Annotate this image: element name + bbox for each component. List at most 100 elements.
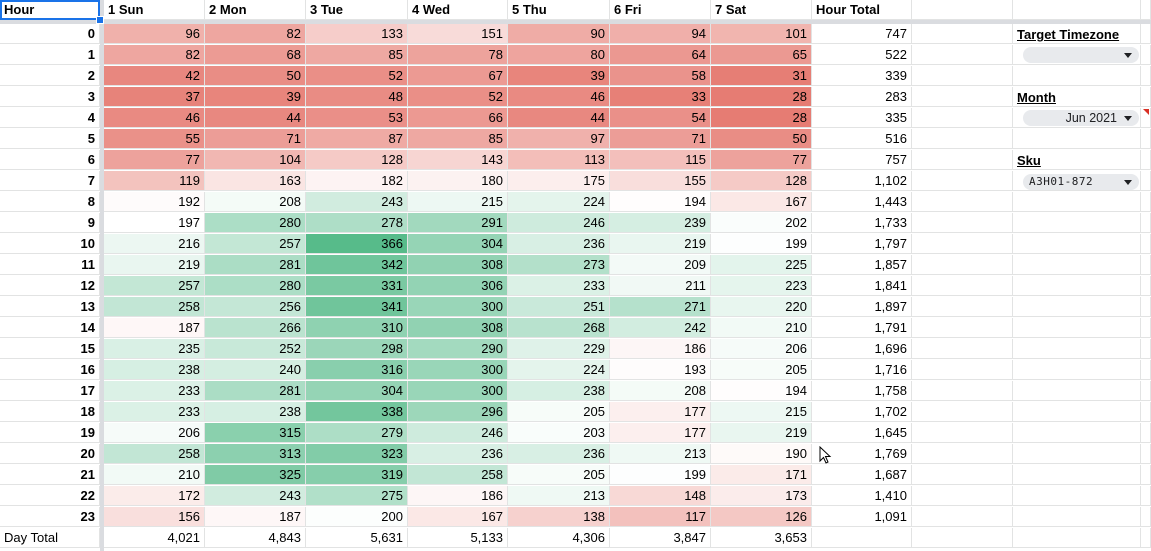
heatmap-cell[interactable]: 236: [508, 234, 610, 254]
heatmap-cell[interactable]: 275: [306, 486, 408, 506]
heatmap-cell[interactable]: 366: [306, 234, 408, 254]
heatmap-cell[interactable]: 220: [711, 297, 812, 317]
hour-label-cell[interactable]: 6: [0, 150, 100, 170]
heatmap-cell[interactable]: 155: [610, 171, 711, 191]
empty-cell[interactable]: [1013, 213, 1141, 233]
empty-cell[interactable]: [912, 171, 1013, 191]
heatmap-cell[interactable]: 202: [711, 213, 812, 233]
sku-dropdown[interactable]: A3H01-872: [1023, 174, 1139, 190]
heatmap-cell[interactable]: 256: [205, 297, 306, 317]
header-day[interactable]: 1 Sun: [104, 0, 205, 20]
day-total-cell[interactable]: 4,843: [205, 528, 306, 548]
empty-cell[interactable]: [1013, 465, 1141, 485]
heatmap-cell[interactable]: 206: [711, 339, 812, 359]
heatmap-cell[interactable]: 210: [711, 318, 812, 338]
heatmap-cell[interactable]: 224: [508, 360, 610, 380]
empty-cell[interactable]: [1141, 87, 1151, 107]
empty-cell[interactable]: [912, 507, 1013, 527]
heatmap-cell[interactable]: 177: [610, 423, 711, 443]
hour-label-cell[interactable]: 7: [0, 171, 100, 191]
heatmap-cell[interactable]: 115: [610, 150, 711, 170]
heatmap-cell[interactable]: 308: [408, 318, 508, 338]
heatmap-cell[interactable]: 44: [205, 108, 306, 128]
heatmap-cell[interactable]: 50: [711, 129, 812, 149]
heatmap-cell[interactable]: 85: [306, 45, 408, 65]
heatmap-cell[interactable]: 213: [610, 444, 711, 464]
heatmap-cell[interactable]: 54: [610, 108, 711, 128]
hour-label-cell[interactable]: 5: [0, 129, 100, 149]
heatmap-cell[interactable]: 64: [610, 45, 711, 65]
hour-total-cell[interactable]: 1,897: [812, 297, 912, 317]
heatmap-cell[interactable]: 82: [205, 24, 306, 44]
hour-total-cell[interactable]: 1,702: [812, 402, 912, 422]
heatmap-cell[interactable]: 67: [408, 66, 508, 86]
empty-cell[interactable]: [1141, 444, 1151, 464]
hour-total-cell[interactable]: 522: [812, 45, 912, 65]
heatmap-cell[interactable]: 104: [205, 150, 306, 170]
heatmap-cell[interactable]: 213: [508, 486, 610, 506]
empty-cell[interactable]: [1141, 486, 1151, 506]
heatmap-cell[interactable]: 219: [104, 255, 205, 275]
heatmap-cell[interactable]: 53: [306, 108, 408, 128]
heatmap-cell[interactable]: 200: [306, 507, 408, 527]
hour-total-cell[interactable]: 1,758: [812, 381, 912, 401]
heatmap-cell[interactable]: 128: [711, 171, 812, 191]
heatmap-cell[interactable]: 119: [104, 171, 205, 191]
hour-label-cell[interactable]: 16: [0, 360, 100, 380]
heatmap-cell[interactable]: 203: [508, 423, 610, 443]
heatmap-cell[interactable]: 52: [408, 87, 508, 107]
empty-cell[interactable]: [912, 318, 1013, 338]
header-day[interactable]: 4 Wed: [408, 0, 508, 20]
empty-cell[interactable]: [1141, 192, 1151, 212]
hour-label-cell[interactable]: 11: [0, 255, 100, 275]
heatmap-cell[interactable]: 80: [508, 45, 610, 65]
heatmap-cell[interactable]: 197: [104, 213, 205, 233]
target-timezone-dropdown[interactable]: [1023, 47, 1139, 63]
heatmap-cell[interactable]: 194: [610, 192, 711, 212]
empty-cell[interactable]: [912, 360, 1013, 380]
heatmap-cell[interactable]: 216: [104, 234, 205, 254]
day-total-cell[interactable]: 3,847: [610, 528, 711, 548]
heatmap-cell[interactable]: 205: [508, 465, 610, 485]
empty-cell[interactable]: [1141, 234, 1151, 254]
empty-cell[interactable]: [912, 381, 1013, 401]
heatmap-cell[interactable]: 58: [610, 66, 711, 86]
empty-cell[interactable]: [1141, 339, 1151, 359]
heatmap-cell[interactable]: 251: [508, 297, 610, 317]
heatmap-cell[interactable]: 90: [508, 24, 610, 44]
hour-total-cell[interactable]: 757: [812, 150, 912, 170]
heatmap-cell[interactable]: 177: [610, 402, 711, 422]
empty-cell[interactable]: [912, 213, 1013, 233]
heatmap-cell[interactable]: 246: [508, 213, 610, 233]
heatmap-cell[interactable]: 175: [508, 171, 610, 191]
heatmap-cell[interactable]: 187: [205, 507, 306, 527]
heatmap-cell[interactable]: 243: [306, 192, 408, 212]
heatmap-cell[interactable]: 205: [711, 360, 812, 380]
heatmap-cell[interactable]: 229: [508, 339, 610, 359]
empty-cell[interactable]: [1141, 255, 1151, 275]
hour-total-cell[interactable]: 1,791: [812, 318, 912, 338]
heatmap-cell[interactable]: 238: [104, 360, 205, 380]
heatmap-cell[interactable]: 271: [610, 297, 711, 317]
heatmap-cell[interactable]: 199: [711, 234, 812, 254]
heatmap-cell[interactable]: 325: [205, 465, 306, 485]
hour-label-cell[interactable]: 17: [0, 381, 100, 401]
empty-cell[interactable]: [912, 255, 1013, 275]
empty-cell[interactable]: [1013, 402, 1141, 422]
heatmap-cell[interactable]: 281: [205, 381, 306, 401]
heatmap-cell[interactable]: 167: [408, 507, 508, 527]
empty-cell[interactable]: [912, 486, 1013, 506]
heatmap-cell[interactable]: 240: [205, 360, 306, 380]
day-total-cell[interactable]: 5,133: [408, 528, 508, 548]
heatmap-cell[interactable]: 97: [508, 129, 610, 149]
heatmap-cell[interactable]: 323: [306, 444, 408, 464]
hour-label-cell[interactable]: 22: [0, 486, 100, 506]
hour-label-cell[interactable]: 20: [0, 444, 100, 464]
heatmap-cell[interactable]: 280: [205, 276, 306, 296]
empty-cell[interactable]: [1141, 0, 1151, 20]
empty-cell[interactable]: [1013, 360, 1141, 380]
heatmap-cell[interactable]: 208: [610, 381, 711, 401]
empty-cell[interactable]: [1013, 339, 1141, 359]
heatmap-cell[interactable]: 281: [205, 255, 306, 275]
empty-cell[interactable]: [1141, 171, 1151, 191]
